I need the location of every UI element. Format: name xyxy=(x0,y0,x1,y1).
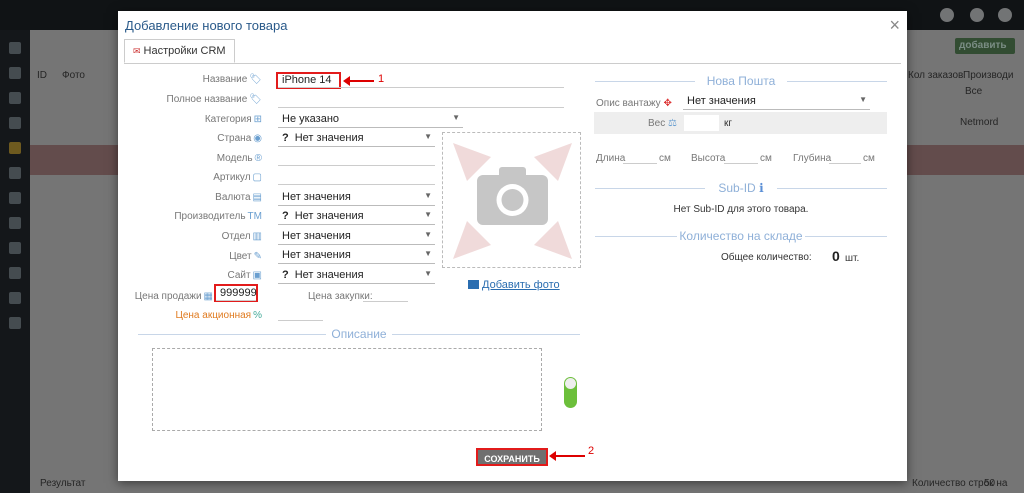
stock-heading: Количество на складе xyxy=(595,229,887,243)
maker-label: Производитель TM xyxy=(174,211,262,222)
tab-divider xyxy=(124,63,901,64)
length-label: Длина xyxy=(596,153,626,164)
chevron-down-icon: ▼ xyxy=(424,230,432,239)
description-textarea[interactable] xyxy=(152,348,542,431)
tag-icon: 🏷 xyxy=(249,94,262,105)
add-photo-link[interactable]: Добавить фото xyxy=(468,279,560,291)
scale-icon: ⚖ xyxy=(668,118,677,129)
model-label: Модель ® xyxy=(216,153,262,164)
annotation-arrow-2 xyxy=(549,451,585,461)
category-select[interactable]: Не указано ▼ xyxy=(278,112,463,128)
height-input[interactable] xyxy=(724,151,758,164)
tab-crm-settings[interactable]: ✉ Настройки CRM xyxy=(124,39,235,63)
depth-label: Глубина xyxy=(793,153,832,164)
description-heading: Описание xyxy=(138,327,580,341)
sitemap-icon: ⊞ xyxy=(253,114,262,125)
currency-select[interactable]: Нет значения ▼ xyxy=(278,190,435,206)
weight-unit: кг xyxy=(724,118,733,129)
maker-select[interactable]: ? Нет значения ▼ xyxy=(278,209,435,225)
name-input[interactable]: iPhone 14 xyxy=(278,73,564,88)
subid-text: Нет Sub-ID для этого товара. xyxy=(673,204,809,215)
tab-label: Настройки CRM xyxy=(143,45,226,57)
sale-price-input[interactable]: 999999 xyxy=(216,286,257,301)
model-input[interactable] xyxy=(278,151,435,166)
register-icon: ▦ xyxy=(203,291,213,302)
site-select[interactable]: ? Нет значения ▼ xyxy=(278,268,435,284)
promo-price-input[interactable] xyxy=(278,308,323,321)
annotation-arrow-1 xyxy=(343,76,374,86)
percent-icon: % xyxy=(253,310,262,321)
color-select[interactable]: Нет значения ▼ xyxy=(278,248,435,264)
stock-total-value: 0 xyxy=(832,248,840,264)
globe-icon: ◉ xyxy=(253,133,262,144)
cargo-label: Опис вантажу ✥ xyxy=(596,98,672,109)
annotation-1: 1 xyxy=(378,73,385,85)
cargo-icon: ✥ xyxy=(663,98,672,109)
modal-title: Добавление нового товара xyxy=(125,18,288,33)
category-label: Категория ⊞ xyxy=(204,114,262,125)
chevron-down-icon: ▼ xyxy=(424,132,432,141)
chevron-down-icon: ▼ xyxy=(424,249,432,258)
close-icon[interactable]: × xyxy=(889,15,900,36)
annotation-2: 2 xyxy=(588,445,595,457)
pencil-icon: ✎ xyxy=(253,251,262,262)
weight-row xyxy=(594,112,887,134)
money-icon: ▤ xyxy=(252,192,262,203)
trademark-icon: TM xyxy=(247,211,262,222)
chevron-down-icon: ▼ xyxy=(452,113,460,122)
country-label: Страна ◉ xyxy=(217,133,262,144)
tag-icon: 🏷 xyxy=(249,74,262,85)
height-unit: см xyxy=(760,153,772,164)
info-icon: ℹ xyxy=(759,181,764,195)
cargo-select[interactable]: Нет значения ▼ xyxy=(683,94,870,110)
length-unit: см xyxy=(659,153,671,164)
subid-heading: Sub-ID ℹ xyxy=(595,181,887,195)
photo-placeholder[interactable] xyxy=(442,132,581,268)
stock-unit: шт. xyxy=(845,253,860,264)
depth-unit: см xyxy=(863,153,875,164)
height-label: Высота xyxy=(691,153,726,164)
sale-price-label: Цена продажи ▦ xyxy=(134,291,213,302)
fullname-label: Полное название 🏷 xyxy=(166,94,262,105)
article-label: Артикул ▢ xyxy=(213,172,262,183)
site-icon: ▣ xyxy=(252,270,262,281)
dept-select[interactable]: Нет значения ▼ xyxy=(278,229,435,245)
building-icon: ▥ xyxy=(252,231,262,242)
weight-label: Вес ⚖ xyxy=(648,118,677,129)
nova-poshta-heading: Нова Пошта xyxy=(595,74,887,88)
promo-price-label: Цена акционная% xyxy=(175,310,262,321)
registered-icon: ® xyxy=(254,153,262,164)
chevron-down-icon: ▼ xyxy=(424,191,432,200)
stock-total-label: Общее количество: xyxy=(721,252,812,263)
dept-label: Отдел ▥ xyxy=(221,231,262,242)
camera-icon xyxy=(453,143,572,259)
chevron-down-icon: ▼ xyxy=(424,210,432,219)
country-select[interactable]: ? Нет значения ▼ xyxy=(278,131,435,147)
chevron-down-icon: ▼ xyxy=(859,95,867,104)
description-toggle[interactable] xyxy=(564,377,577,408)
image-icon xyxy=(468,280,479,289)
site-label: Сайт ▣ xyxy=(227,270,262,281)
fullname-input[interactable] xyxy=(278,93,564,108)
color-label: Цвет ✎ xyxy=(229,251,262,262)
length-input[interactable] xyxy=(623,151,657,164)
depth-input[interactable] xyxy=(829,151,861,164)
box-icon: ▢ xyxy=(252,172,262,183)
add-product-modal: Добавление нового товара × ✉ Настройки CR… xyxy=(118,11,907,481)
currency-label: Валюта ▤ xyxy=(215,192,262,203)
name-label: Название 🏷 xyxy=(202,74,262,85)
save-button[interactable]: СОХРАНИТЬ xyxy=(476,448,548,466)
purchase-price-input[interactable] xyxy=(363,289,408,302)
crm-icon: ✉ xyxy=(133,46,141,56)
weight-input[interactable] xyxy=(684,115,719,131)
article-input[interactable] xyxy=(278,170,435,185)
chevron-down-icon: ▼ xyxy=(424,269,432,278)
